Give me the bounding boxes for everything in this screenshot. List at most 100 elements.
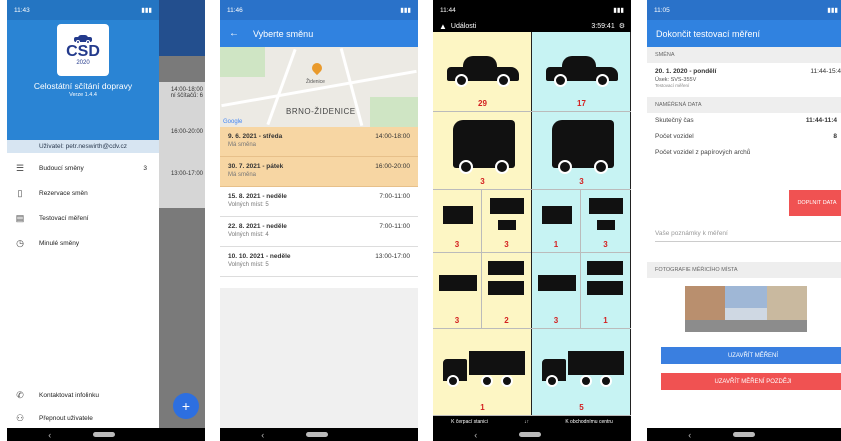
notes-input[interactable]: Vaše poznámky k měření xyxy=(655,230,841,242)
counter-truck-mid[interactable]: 3 xyxy=(581,190,630,252)
count-label: 3 xyxy=(603,240,608,249)
shift-item[interactable]: 15. 8. 2021 - neděle 7:00-11:00 Volných mí… xyxy=(220,187,418,217)
map-pin-icon[interactable] xyxy=(309,60,325,76)
back-nav-icon[interactable]: ‹ xyxy=(261,430,264,440)
counter-semi[interactable]: 1 xyxy=(433,328,532,416)
shift-item[interactable]: 22. 8. 2021 - neděle 7:00-11:00 Volných mí… xyxy=(220,217,418,247)
drawer-header: CSD 2020 Celostátní sčítání dopravy Verz… xyxy=(7,20,159,140)
menu-item-switch-user[interactable]: ⚇ Přepnout uživatele xyxy=(7,408,159,428)
shift-time: 16:00-20:00 xyxy=(375,163,410,170)
measured-row: Počet vozidel 8 xyxy=(647,129,841,145)
home-nav-pill[interactable] xyxy=(92,432,115,437)
section-header-shift: SMĚNA xyxy=(647,47,841,63)
system-nav-bar: ‹ xyxy=(433,428,631,441)
shift-item[interactable]: 10. 10. 2021 - neděle 13:00-17:00 Volných … xyxy=(220,247,418,277)
user-label: Uživatel: petr.neswirth@cdv.cz xyxy=(7,140,159,153)
count-label: 5 xyxy=(579,403,584,412)
settings-icon[interactable]: ⚙ xyxy=(619,22,625,30)
countdown-timer: 3:59:41 xyxy=(591,22,615,30)
phone-drawer-screen: 14:00-18:00 ní ščítačů: 6 16:00-20:00 13:… xyxy=(7,0,205,441)
shift-summary: 20. 1. 2020 - pondělí 11:44-15:4 Úsek: S… xyxy=(647,63,841,97)
menu-item-reservations[interactable]: ▯ Rezervace směn xyxy=(7,183,159,203)
page-title: Dokončit testovací měření xyxy=(656,28,761,39)
counter-tipper-b[interactable]: 1 xyxy=(581,252,630,328)
home-nav-pill[interactable] xyxy=(732,432,755,437)
menu-label: Budoucí směny xyxy=(39,164,84,172)
back-nav-icon[interactable]: ‹ xyxy=(688,430,691,440)
status-bar: 11:05 ▮▮▮ xyxy=(647,0,841,20)
close-measurement-button[interactable]: UZAVŘÍT MĚŘENÍ xyxy=(661,347,841,364)
empty-area xyxy=(220,288,418,428)
counter-car[interactable]: 17 xyxy=(532,32,631,112)
count-label: 3 xyxy=(579,177,584,186)
count-label: 17 xyxy=(577,99,586,108)
counter-truck-small[interactable]: 1 xyxy=(532,190,581,252)
shift-sub: Má směna xyxy=(228,172,257,178)
section-header-photo: FOTOGRAFIE MĚŘICÍHO MÍSTA xyxy=(647,262,841,278)
menu-item-test-measurement[interactable]: ▤ Testovací měření xyxy=(7,208,159,228)
counter-truck-small[interactable]: 3 xyxy=(433,190,482,252)
direction-left-column: 29 3 3 3 3 2 1 xyxy=(433,32,532,416)
close-later-button[interactable]: UZAVŘÍT MĚŘENÍ POZDĚJI xyxy=(661,373,841,390)
home-nav-pill[interactable] xyxy=(518,432,541,437)
events-label[interactable]: Události xyxy=(451,23,476,30)
home-nav-pill[interactable] xyxy=(305,432,328,437)
back-nav-icon[interactable]: ‹ xyxy=(48,430,51,440)
shift-item[interactable]: 30. 7. 2021 - pátek 16:00-20:00 Má směna xyxy=(220,157,418,187)
clock-icon: ◷ xyxy=(16,238,24,248)
tipper-trailer-icon xyxy=(488,261,524,275)
tipper-truck-icon xyxy=(439,275,477,291)
count-label: 1 xyxy=(553,240,559,249)
phone-icon: ✆ xyxy=(16,390,24,400)
menu-item-future-shifts[interactable]: ☰ Budoucí směny 3 xyxy=(7,158,159,178)
phone-select-shift-screen: 11:46 ▮▮▮ ← Vyberte směnu Židenice BRNO-… xyxy=(220,0,418,441)
map-provider-logo: Google xyxy=(223,119,243,125)
truck-icon xyxy=(443,206,473,224)
add-data-button[interactable]: DOPLNIT DATA xyxy=(789,190,841,216)
count-label: 3 xyxy=(553,316,559,325)
tipper-trailer-icon xyxy=(587,261,623,275)
measured-value: 8 xyxy=(833,133,837,140)
back-nav-icon[interactable]: ‹ xyxy=(474,430,477,440)
truck-trailer-icon xyxy=(490,198,524,214)
tipper-truck-icon xyxy=(538,275,576,291)
map-view[interactable]: Židenice BRNO-ŽIDENICE Google xyxy=(220,47,418,127)
direction-right-label: K obchodnímu centru xyxy=(565,419,613,425)
shift-time: 7:00-11:00 xyxy=(379,223,410,230)
menu-item-past-shifts[interactable]: ◷ Minulé směny xyxy=(7,233,159,253)
menu-item-contact-hotline[interactable]: ✆ Kontaktovat infolinku xyxy=(7,385,159,405)
measured-value: 11:44-11:4 xyxy=(805,117,837,124)
counter-tipper-a[interactable]: 3 xyxy=(532,252,581,328)
shift-item[interactable]: 9. 6. 2021 - středa 14:00-18:00 Má směna xyxy=(220,127,418,157)
swap-arrows-icon[interactable]: ↓↑ xyxy=(524,419,529,425)
section-header-measured: NAMĚŘENÁ DATA xyxy=(647,97,841,113)
direction-right-column: 17 3 1 3 3 1 5 xyxy=(532,32,631,416)
signal-icon: ▮▮▮ xyxy=(141,7,152,14)
warning-icon[interactable]: ▲ xyxy=(439,22,447,31)
counter-tipper-b[interactable]: 2 xyxy=(482,252,531,328)
counter-tipper-a[interactable]: 3 xyxy=(433,252,482,328)
list-icon: ☰ xyxy=(15,163,25,173)
csd-logo: CSD 2020 xyxy=(57,24,109,76)
count-label: 3 xyxy=(504,240,509,249)
counter-semi[interactable]: 5 xyxy=(532,328,631,416)
counter-van[interactable]: 3 xyxy=(433,112,532,190)
count-label: 3 xyxy=(454,240,460,249)
system-nav-bar: ‹ xyxy=(647,428,841,441)
app-version: Verze 1.4.4 xyxy=(69,92,97,98)
location-photo[interactable] xyxy=(685,286,807,332)
bg-row: 16:00-20:00 xyxy=(159,124,205,166)
back-arrow-icon[interactable]: ← xyxy=(229,28,239,39)
car-icon xyxy=(74,34,92,44)
counter-truck-mid[interactable]: 3 xyxy=(482,190,531,252)
menu-label: Testovací měření xyxy=(39,214,89,222)
counter-car[interactable]: 29 xyxy=(433,32,532,112)
add-fab-button[interactable]: + xyxy=(173,393,199,419)
status-time: 11:05 xyxy=(654,6,670,14)
system-nav-bar: ‹ xyxy=(7,428,205,441)
logo-abbr: CSD xyxy=(66,42,100,60)
users-icon: ⚇ xyxy=(15,413,25,423)
direction-footer: K čerpací stanici ↓↑ K obchodnímu centru xyxy=(433,416,631,428)
menu-label: Rezervace směn xyxy=(39,189,88,197)
counter-van[interactable]: 3 xyxy=(532,112,631,190)
